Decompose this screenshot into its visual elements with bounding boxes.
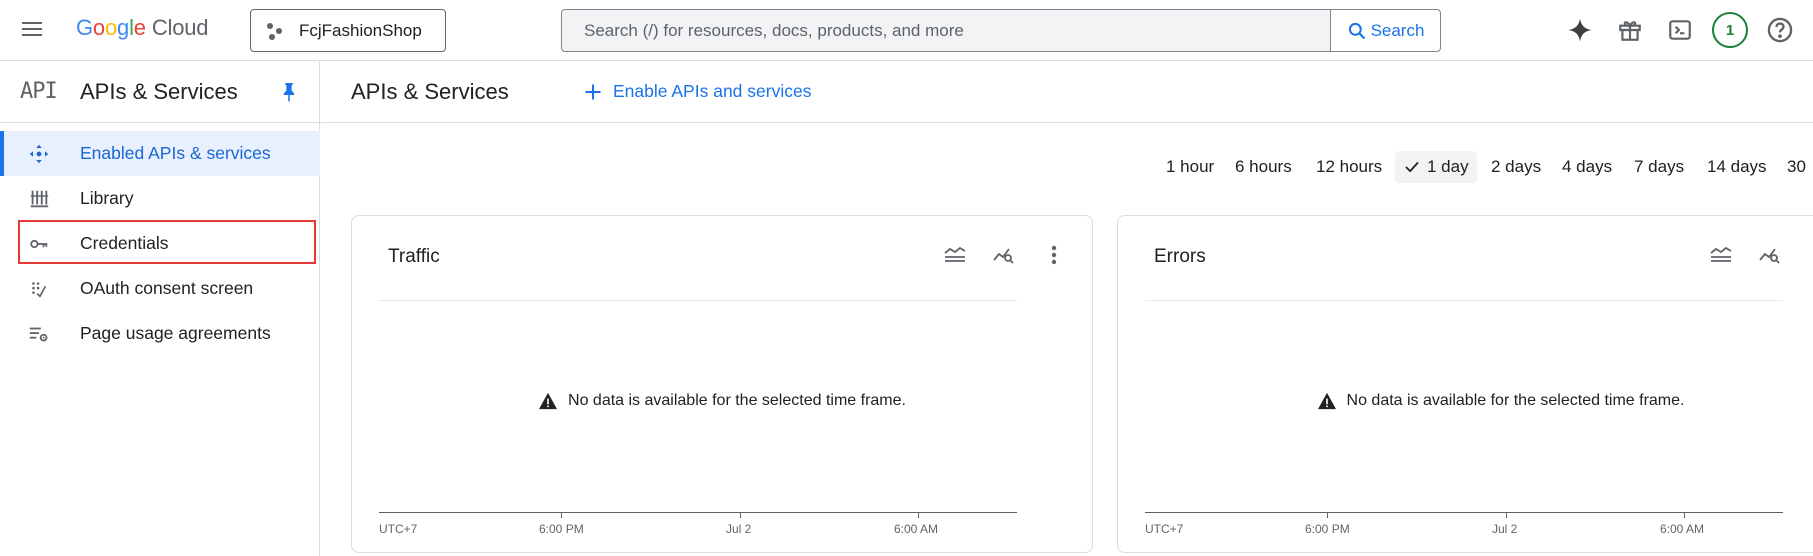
x-tick-label: 6:00 AM — [894, 522, 939, 536]
x-tick — [1684, 513, 1685, 518]
card-divider — [1145, 300, 1783, 301]
time-range-14-days[interactable]: 14 days — [1699, 151, 1775, 183]
sidebar-item-label: Library — [80, 188, 134, 208]
sidebar-item-library[interactable]: Library — [0, 176, 320, 221]
time-range-1-hour[interactable]: 1 hour — [1158, 151, 1222, 183]
explore-chart-icon[interactable] — [1757, 242, 1783, 268]
main-header: APIs & Services Enable APIs and services — [321, 61, 1813, 123]
time-range-7-days[interactable]: 7 days — [1626, 151, 1692, 183]
top-bar: Google Cloud FcjFashionShop Search (/) fo… — [0, 0, 1813, 61]
sidebar-item-label: Page usage agreements — [80, 323, 271, 343]
api-product-logo: API — [20, 79, 58, 104]
sidebar-title: APIs & Services — [80, 79, 238, 104]
help-icon[interactable] — [1762, 12, 1798, 48]
project-picker-button[interactable]: FcjFashionShop — [250, 9, 446, 52]
settings-list-icon — [29, 327, 48, 342]
search-input[interactable]: Search (/) for resources, docs, products… — [562, 10, 1330, 51]
library-icon — [30, 190, 49, 208]
search-bar[interactable]: Search (/) for resources, docs, products… — [561, 9, 1441, 52]
card-title: Traffic — [388, 246, 440, 267]
check-icon — [1405, 161, 1419, 173]
x-tick-label: UTC+7 — [1145, 522, 1184, 536]
sidebar-item-oauth-consent[interactable]: OAuth consent screen — [0, 266, 320, 311]
legend-icon[interactable] — [1708, 242, 1734, 268]
account-button[interactable]: 1 — [1712, 12, 1748, 48]
x-tick — [918, 513, 919, 518]
no-data-message: No data is available for the selected ti… — [1118, 392, 1813, 410]
x-tick-label: 6:00 PM — [1305, 522, 1350, 536]
search-button[interactable]: Search — [1330, 10, 1440, 51]
card-title: Errors — [1154, 246, 1206, 267]
enabled-apis-icon — [29, 144, 49, 164]
no-data-text: No data is available for the selected ti… — [568, 392, 906, 409]
sidebar-item-page-usage-agreements[interactable]: Page usage agreements — [0, 311, 320, 356]
project-name: FcjFashionShop — [299, 20, 422, 40]
warning-icon — [1317, 392, 1336, 410]
x-tick-label: Jul 2 — [726, 522, 752, 536]
warning-icon — [539, 392, 558, 410]
gift-icon[interactable] — [1612, 12, 1648, 48]
enable-apis-button[interactable]: Enable APIs and services — [583, 81, 811, 102]
no-data-text: No data is available for the selected ti… — [1346, 392, 1685, 409]
sidebar-item-label: Enabled APIs & services — [80, 143, 271, 163]
x-tick — [1506, 513, 1507, 518]
legend-icon[interactable] — [942, 242, 968, 268]
pin-icon[interactable] — [280, 81, 298, 108]
x-tick — [561, 513, 562, 518]
x-axis — [1145, 512, 1783, 513]
x-tick-label: 6:00 PM — [539, 522, 584, 536]
time-range-label: 1 day — [1427, 157, 1469, 176]
main-menu-icon[interactable] — [20, 18, 44, 42]
gemini-icon[interactable] — [1562, 12, 1598, 48]
plus-icon — [585, 84, 601, 99]
x-tick — [1327, 513, 1328, 518]
time-range-1-day[interactable]: 1 day — [1395, 151, 1477, 183]
search-button-label: Search — [1370, 20, 1425, 40]
time-range-30-days[interactable]: 30 — [1779, 151, 1813, 183]
x-tick — [740, 513, 741, 518]
credentials-highlight-box — [18, 220, 316, 264]
x-tick-label: 6:00 AM — [1660, 522, 1705, 536]
more-vert-icon[interactable] — [1041, 242, 1067, 268]
x-tick-label: UTC+7 — [379, 522, 418, 536]
time-range-6-hours[interactable]: 6 hours — [1227, 151, 1300, 183]
project-icon — [267, 21, 289, 41]
search-icon — [1348, 22, 1365, 39]
sidebar-header: API APIs & Services — [0, 61, 319, 123]
time-range-selector: 1 hour 6 hours 12 hours 1 day 2 days 4 d… — [321, 151, 1813, 183]
sidebar-item-label: OAuth consent screen — [80, 278, 254, 298]
time-range-4-days[interactable]: 4 days — [1554, 151, 1620, 183]
x-tick-label: Jul 2 — [1492, 522, 1518, 536]
no-data-message: No data is available for the selected ti… — [352, 392, 1092, 410]
google-cloud-logo[interactable]: Google Cloud — [76, 15, 208, 41]
page-title: APIs & Services — [351, 79, 509, 104]
main-content: APIs & Services Enable APIs and services… — [321, 61, 1813, 556]
enable-apis-label: Enable APIs and services — [613, 81, 812, 101]
time-range-12-hours[interactable]: 12 hours — [1308, 151, 1390, 183]
oauth-icon — [32, 282, 47, 298]
sidebar-item-enabled-apis[interactable]: Enabled APIs & services — [0, 131, 320, 176]
avatar: 1 — [1712, 12, 1748, 48]
card-divider — [379, 300, 1017, 301]
explore-chart-icon[interactable] — [991, 242, 1017, 268]
traffic-card: Traffic No data is available for the sel… — [351, 215, 1093, 553]
x-axis — [379, 512, 1017, 513]
cloud-shell-icon[interactable] — [1662, 12, 1698, 48]
sidebar: API APIs & Services Enabled APIs & servi… — [0, 61, 320, 556]
errors-card: Errors No data is available for the sele… — [1117, 215, 1813, 553]
time-range-2-days[interactable]: 2 days — [1483, 151, 1549, 183]
